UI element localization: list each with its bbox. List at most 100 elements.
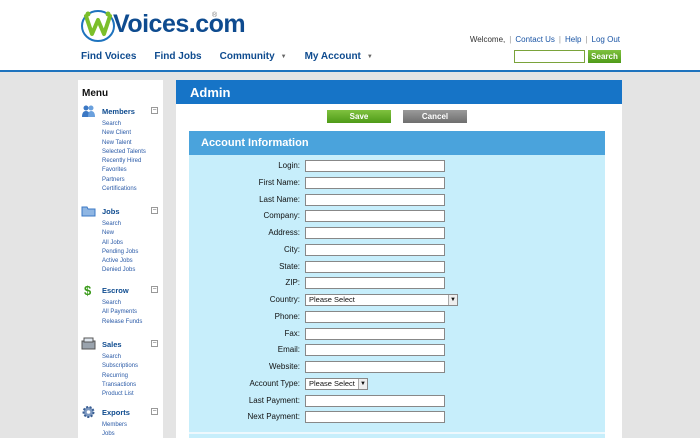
form-row-country: Country: Please Select ▼: [189, 294, 605, 307]
main-content: Admin Save Cancel Account Information Lo…: [176, 80, 622, 438]
contact-us-link[interactable]: Contact Us: [515, 35, 555, 44]
fax-field[interactable]: [305, 327, 445, 340]
panel-title: Account Information: [201, 137, 309, 149]
state-field[interactable]: [305, 260, 445, 273]
city-field[interactable]: [305, 243, 445, 256]
sidebar-item-list: Members Jobs: [102, 421, 161, 438]
save-button[interactable]: Save: [327, 110, 391, 123]
log-out-link[interactable]: Log Out: [592, 35, 620, 44]
sidebar-item-denied-jobs[interactable]: Denied Jobs: [102, 266, 161, 275]
nav-find-jobs[interactable]: Find Jobs: [154, 51, 201, 62]
sidebar-section-title[interactable]: Escrow: [102, 286, 129, 295]
cancel-button[interactable]: Cancel: [403, 110, 467, 123]
sidebar-item-search[interactable]: Search: [102, 120, 161, 129]
dropdown-arrow-icon[interactable]: ▼: [448, 295, 457, 305]
gear-icon: [81, 405, 96, 419]
country-select[interactable]: Please Select ▼: [305, 294, 458, 306]
form-row-zip: ZIP:: [189, 277, 605, 290]
dropdown-arrow-icon[interactable]: ▼: [358, 378, 367, 389]
form-row-state: State:: [189, 260, 605, 274]
chevron-down-icon: ▼: [280, 53, 287, 60]
svg-text:$: $: [84, 283, 92, 297]
company-field[interactable]: [305, 210, 445, 223]
field-label: First Name:: [258, 177, 300, 187]
panel-footer-divider: [189, 432, 605, 434]
sidebar-item-recently-hired[interactable]: Recently Hired: [102, 157, 161, 166]
last-payment-field[interactable]: [305, 394, 445, 407]
help-link[interactable]: Help: [565, 35, 581, 44]
collapse-toggle-icon[interactable]: −: [151, 286, 158, 293]
sidebar-item-selected-talents[interactable]: Selected Talents: [102, 148, 161, 157]
sidebar-section-title[interactable]: Sales: [102, 340, 122, 349]
logo-wordmark[interactable]: Voices.com: [113, 10, 246, 39]
nav-find-voices[interactable]: Find Voices: [81, 51, 136, 62]
website-field[interactable]: [305, 361, 445, 373]
select-value: Please Select: [309, 378, 355, 388]
sidebar-item-all-jobs[interactable]: All Jobs: [102, 239, 161, 248]
collapse-toggle-icon[interactable]: −: [151, 207, 158, 214]
sidebar-item-transactions[interactable]: Transactions: [102, 381, 161, 390]
nav-label: Find Voices: [81, 51, 137, 62]
sidebar-section-title[interactable]: Members: [102, 107, 135, 116]
sidebar-item-subscriptions[interactable]: Subscriptions: [102, 362, 161, 371]
utility-nav: Welcome, | Contact Us | Help | Log Out: [469, 35, 620, 44]
sidebar-item-new-talent[interactable]: New Talent: [102, 139, 161, 148]
address-field[interactable]: [305, 227, 445, 239]
form-row-email: Email:: [189, 344, 605, 357]
collapse-toggle-icon[interactable]: −: [151, 408, 158, 415]
sidebar-item-release-funds[interactable]: Release Funds: [102, 318, 161, 327]
sidebar-item-certifications[interactable]: Certifications: [102, 185, 161, 194]
field-label: Last Payment:: [248, 395, 300, 405]
field-label: Account Type:: [249, 378, 300, 388]
collapse-toggle-icon[interactable]: −: [151, 107, 158, 114]
last-name-field[interactable]: [305, 193, 445, 206]
account-type-select[interactable]: Please Select ▼: [305, 377, 368, 390]
sidebar-item-all-payments[interactable]: All Payments: [102, 308, 161, 317]
sidebar-section-header[interactable]: Jobs −: [81, 204, 161, 220]
email-field[interactable]: [305, 344, 445, 357]
sidebar-item-recurring[interactable]: Recurring: [102, 372, 161, 381]
sidebar-item-new[interactable]: New: [102, 229, 161, 238]
sidebar-section-header[interactable]: Exports −: [81, 405, 161, 421]
sidebar-item-list: Search New Client New Talent Selected Talen…: [102, 120, 161, 194]
sidebar-item-partners[interactable]: Partners: [102, 176, 161, 185]
collapse-toggle-icon[interactable]: −: [151, 340, 158, 347]
sidebar-item-search[interactable]: Search: [102, 353, 161, 362]
sidebar-item-list: Search All Payments Release Funds: [102, 299, 161, 327]
form-row-website: Website:: [189, 361, 605, 374]
members-icon: [81, 104, 96, 118]
next-payment-field[interactable]: [305, 411, 445, 424]
form-row-company: Company:: [189, 210, 605, 223]
field-label: Country:: [269, 295, 300, 304]
sidebar-section-header[interactable]: Sales −: [81, 337, 161, 353]
sidebar-section-members: Members − Search New Client New Talent Select…: [81, 104, 161, 194]
form-row-address: Address:: [189, 227, 605, 240]
search-button[interactable]: Search: [588, 50, 621, 63]
select-value: Please Select: [309, 295, 355, 304]
sidebar-item-new-client[interactable]: New Client: [102, 129, 161, 138]
sidebar-menu: Menu Members − Search New Client New Talent S…: [78, 80, 163, 438]
sidebar-section-header[interactable]: $ Escrow −: [81, 283, 161, 299]
sidebar-section-escrow: $ Escrow − Search All Payments Release Funds: [81, 283, 161, 327]
field-label: Company:: [263, 211, 300, 221]
sidebar-item-search[interactable]: Search: [102, 220, 161, 229]
field-label: Email:: [277, 345, 300, 355]
sidebar-section-header[interactable]: Members −: [81, 104, 161, 120]
sidebar-item-product-list[interactable]: Product List: [102, 390, 161, 399]
login-field[interactable]: [305, 160, 445, 172]
sidebar-item-pending-jobs[interactable]: Pending Jobs: [102, 248, 161, 257]
search-input[interactable]: [514, 50, 585, 63]
sidebar-item-active-jobs[interactable]: Active Jobs: [102, 257, 161, 266]
sidebar-item-search[interactable]: Search: [102, 299, 161, 308]
phone-field[interactable]: [305, 310, 445, 323]
sidebar-item-favorites[interactable]: Favorites: [102, 166, 161, 175]
first-name-field[interactable]: [305, 176, 445, 189]
sidebar-section-title[interactable]: Exports: [102, 408, 130, 417]
nav-my-account[interactable]: My Account ▼: [305, 51, 373, 62]
sidebar-item-jobs[interactable]: Jobs: [102, 430, 161, 438]
nav-community[interactable]: Community ▼: [220, 51, 287, 62]
sidebar-section-title[interactable]: Jobs: [102, 207, 120, 216]
sidebar-item-members[interactable]: Members: [102, 421, 161, 430]
zip-field[interactable]: [305, 277, 445, 290]
welcome-text: Welcome,: [469, 35, 506, 44]
